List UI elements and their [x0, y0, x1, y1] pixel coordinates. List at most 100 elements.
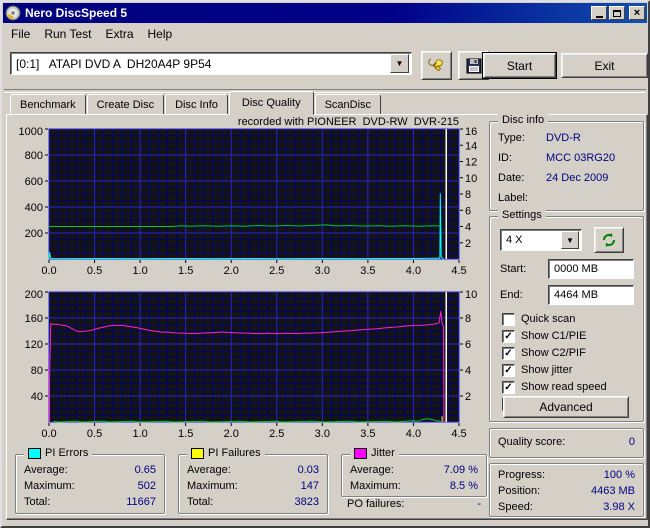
- menu-bar: File Run Test Extra Help: [4, 24, 646, 44]
- tab-disc-info[interactable]: Disc Info: [165, 94, 228, 115]
- quality-score-label: Quality score:: [498, 436, 566, 448]
- exit-button[interactable]: Exit: [561, 53, 648, 78]
- statistics-row: PI Errors Average: 0.65 Maximum: 502 Total…: [15, 447, 487, 516]
- tab-scandisc[interactable]: ScanDisc: [314, 94, 382, 115]
- toolbar-separator: [4, 89, 646, 93]
- close-icon: ×: [633, 7, 641, 19]
- svg-text:2.5: 2.5: [269, 265, 284, 276]
- svg-text:4.5: 4.5: [451, 428, 466, 439]
- svg-text:8: 8: [465, 313, 471, 325]
- svg-text:200: 200: [25, 289, 43, 301]
- svg-text:1000: 1000: [19, 126, 43, 138]
- refresh-button[interactable]: [594, 227, 624, 253]
- progress-label: Progress:: [498, 469, 546, 481]
- svg-text:120: 120: [25, 339, 43, 351]
- checkbox-icon: [502, 312, 515, 326]
- disc-label-value: [546, 188, 635, 208]
- checkbox-show-read-speed[interactable]: ✓ Show read speed: [502, 380, 607, 394]
- svg-text:2.5: 2.5: [269, 428, 284, 439]
- svg-text:600: 600: [25, 176, 43, 188]
- start-button[interactable]: Start: [482, 52, 557, 79]
- svg-text:0.5: 0.5: [87, 265, 102, 276]
- disc-date-value: 24 Dec 2009: [546, 172, 609, 184]
- settings-title: Settings: [502, 209, 542, 221]
- position-value: 4463 MB: [590, 485, 635, 497]
- tab-disc-quality[interactable]: Disc Quality: [228, 91, 314, 115]
- advanced-button-label: Advanced: [539, 400, 593, 414]
- svg-text:10: 10: [465, 289, 477, 301]
- svg-text:3.0: 3.0: [315, 428, 330, 439]
- options-button[interactable]: [421, 51, 452, 80]
- start-field[interactable]: 0000 MB: [548, 259, 634, 279]
- speed-select[interactable]: 4 X ▼: [500, 229, 582, 251]
- stat-value: 502: [137, 480, 156, 492]
- po-failures-value: -: [477, 498, 481, 510]
- drive-select[interactable]: [0:1] ATAPI DVD A DH20A4P 9P54 ▼: [10, 52, 412, 75]
- progress-value: 100 %: [603, 469, 635, 481]
- chevron-down-icon[interactable]: ▼: [390, 54, 409, 73]
- svg-text:2: 2: [465, 391, 471, 403]
- disc-info-label: Date:: [498, 172, 525, 184]
- svg-text:1.5: 1.5: [178, 265, 193, 276]
- title-bar: Nero DiscSpeed 5 ×: [3, 3, 647, 23]
- svg-text:14: 14: [465, 140, 477, 152]
- checkbox-show-jitter[interactable]: ✓ Show jitter: [502, 363, 572, 377]
- svg-text:400: 400: [25, 202, 43, 214]
- stat-label: Average:: [350, 464, 394, 476]
- minimize-icon: [595, 15, 603, 18]
- disc-info-label: Type:: [498, 132, 525, 144]
- svg-text:4: 4: [465, 222, 471, 234]
- svg-text:3.5: 3.5: [360, 265, 375, 276]
- pi-errors-title: PI Errors: [45, 447, 89, 459]
- floppy-disk-icon: [466, 58, 481, 73]
- jitter-swatch: [354, 447, 367, 459]
- stat-value: 11667: [126, 496, 156, 508]
- svg-text:6: 6: [465, 339, 471, 351]
- svg-text:3.0: 3.0: [315, 265, 330, 276]
- svg-text:12: 12: [465, 157, 477, 169]
- menu-extra[interactable]: Extra: [98, 25, 140, 43]
- tab-create-disc[interactable]: Create Disc: [86, 94, 165, 115]
- quality-chart: 1000 800 600 400 200 16 14 12 10 8 6 4 2 0.0 0.5 1.0 1.5…: [19, 126, 478, 276]
- menu-file[interactable]: File: [4, 25, 37, 43]
- checkbox-quick-scan[interactable]: Quick scan: [502, 312, 575, 326]
- menu-run-test[interactable]: Run Test: [37, 25, 98, 43]
- maximize-button[interactable]: [609, 6, 625, 20]
- tab-strip: Benchmark Create Disc Disc Info Disc Qua…: [10, 91, 382, 115]
- tab-benchmark[interactable]: Benchmark: [10, 94, 86, 115]
- chevron-down-icon[interactable]: ▼: [561, 231, 579, 249]
- checkbox-icon: ✓: [502, 329, 515, 343]
- jitter-chart: 200 160 120 80 40 10 8 6 4 2 0.0 0.5 1.0 1.5 2.0 2.5 3.0…: [25, 289, 478, 439]
- checkbox-icon: ✓: [502, 363, 515, 377]
- speed-value: 3.98 X: [603, 501, 635, 513]
- menu-help[interactable]: Help: [141, 25, 180, 43]
- start-field-label: Start:: [500, 263, 527, 275]
- svg-text:2.0: 2.0: [224, 265, 239, 276]
- advanced-button[interactable]: Advanced: [503, 396, 629, 418]
- pi-errors-swatch: [28, 447, 41, 459]
- svg-text:200: 200: [25, 228, 43, 240]
- end-field[interactable]: 4464 MB: [548, 285, 634, 305]
- stat-value: 8.5 %: [449, 480, 478, 492]
- minimize-button[interactable]: [591, 6, 607, 20]
- svg-text:4.0: 4.0: [406, 428, 421, 439]
- quality-score-box: Quality score: 0: [489, 428, 644, 458]
- checkbox-icon: ✓: [502, 380, 515, 394]
- svg-text:2.0: 2.0: [224, 428, 239, 439]
- checkbox-show-c2-pif[interactable]: ✓ Show C2/PIF: [502, 346, 586, 360]
- app-icon: [5, 5, 21, 21]
- svg-text:160: 160: [25, 313, 43, 325]
- checkbox-icon: ✓: [502, 346, 515, 360]
- disc-info-label: ID:: [498, 152, 513, 164]
- svg-text:16: 16: [465, 126, 477, 138]
- speed-select-value: 4 X: [506, 234, 523, 246]
- wrench-tools-icon: [427, 58, 443, 71]
- svg-text:3.5: 3.5: [360, 428, 375, 439]
- speed-label: Speed:: [498, 501, 533, 513]
- svg-text:8: 8: [465, 189, 471, 201]
- svg-text:80: 80: [31, 365, 43, 377]
- disc-id-value: MCC 03RG20: [546, 152, 616, 164]
- close-button[interactable]: ×: [629, 6, 645, 20]
- disc-info-title: Disc info: [502, 114, 545, 126]
- checkbox-show-c1-pie[interactable]: ✓ Show C1/PIE: [502, 329, 586, 343]
